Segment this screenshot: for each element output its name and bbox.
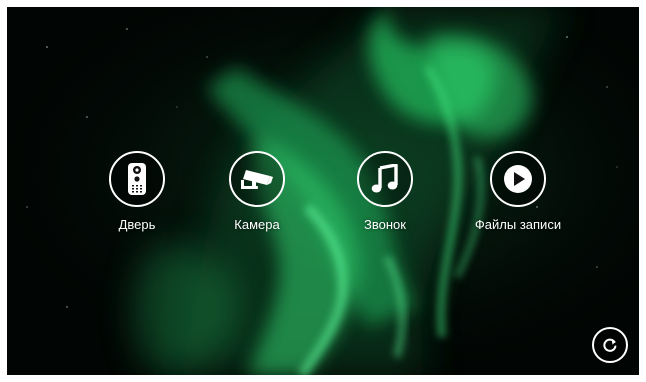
menu-item-label: Файлы записи — [474, 217, 562, 232]
menu-item-records[interactable]: Файлы записи — [458, 151, 578, 232]
security-camera-icon — [241, 170, 273, 189]
camera-button[interactable] — [229, 151, 285, 207]
door-intercom-icon — [128, 163, 146, 195]
screen-frame: Дверь Камера Звонок Файлы записи — [7, 7, 639, 375]
refresh-button[interactable] — [592, 327, 628, 363]
ringtone-button[interactable] — [357, 151, 413, 207]
refresh-icon — [603, 338, 617, 352]
menu-item-ringtone[interactable]: Звонок — [325, 151, 445, 232]
menu-item-camera[interactable]: Камера — [197, 151, 317, 232]
records-button[interactable] — [490, 151, 546, 207]
music-note-icon — [371, 164, 398, 193]
menu-item-label: Камера — [234, 217, 280, 232]
menu-item-label: Дверь — [118, 217, 156, 232]
play-icon — [504, 165, 532, 193]
menu-item-door[interactable]: Дверь — [77, 151, 197, 232]
door-button[interactable] — [109, 151, 165, 207]
menu-item-label: Звонок — [364, 217, 406, 232]
